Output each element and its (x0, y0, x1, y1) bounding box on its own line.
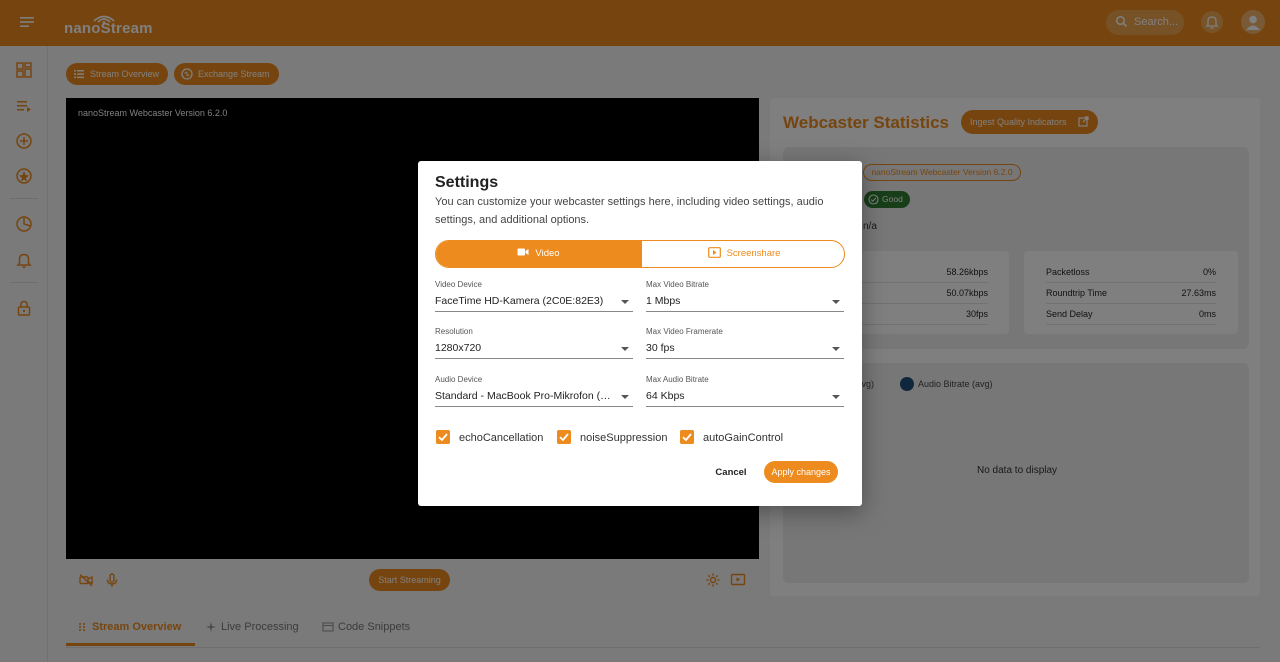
chevron-down-icon (832, 300, 840, 304)
settings-dialog: Settings You can customize your webcaste… (418, 161, 862, 506)
video-camera-icon (517, 248, 529, 256)
field-label: Resolution (435, 327, 473, 336)
video-tab-button[interactable]: Video (436, 241, 641, 267)
source-toggle: Video Screenshare (435, 240, 845, 268)
field-value: 30 fps (646, 342, 675, 354)
chevron-down-icon (832, 347, 840, 351)
video-device-select[interactable]: Video Device FaceTime HD-Kamera (2C0E:82… (435, 280, 633, 312)
chevron-down-icon (621, 347, 629, 351)
chevron-down-icon (832, 395, 840, 399)
field-value: Standard - MacBook Pro-Mikrofon (Built-i… (435, 390, 615, 402)
chevron-down-icon (621, 395, 629, 399)
resolution-select[interactable]: Resolution 1280x720 (435, 327, 633, 359)
cancel-button[interactable]: Cancel (710, 463, 752, 483)
video-tab-label: Video (535, 248, 560, 259)
field-value: 1 Mbps (646, 295, 681, 307)
max-audio-bitrate-select[interactable]: Max Audio Bitrate 64 Kbps (646, 375, 844, 407)
check-icon (436, 430, 450, 444)
field-label: Max Video Bitrate (646, 280, 709, 289)
audio-device-select[interactable]: Audio Device Standard - MacBook Pro-Mikr… (435, 375, 633, 407)
screenshare-tab-button[interactable]: Screenshare (641, 241, 844, 267)
field-value: 1280x720 (435, 342, 482, 354)
checkbox-label: autoGainControl (703, 432, 784, 444)
apply-changes-button[interactable]: Apply changes (764, 461, 838, 483)
screenshare-icon (707, 247, 721, 258)
field-label: Max Audio Bitrate (646, 375, 709, 384)
screenshare-tab-label: Screenshare (726, 248, 781, 259)
field-label: Max Video Framerate (646, 327, 723, 336)
field-value: FaceTime HD-Kamera (2C0E:82E3) (435, 295, 604, 307)
max-video-framerate-select[interactable]: Max Video Framerate 30 fps (646, 327, 844, 359)
max-video-bitrate-select[interactable]: Max Video Bitrate 1 Mbps (646, 280, 844, 312)
field-label: Audio Device (435, 375, 483, 384)
checkbox-label: echoCancellation (459, 432, 544, 444)
checkbox-label: noiseSuppression (580, 432, 668, 444)
check-icon (557, 430, 571, 444)
field-value: 64 Kbps (646, 390, 685, 402)
chevron-down-icon (621, 300, 629, 304)
dialog-title: Settings (435, 174, 499, 191)
dialog-description: You can customize your webcaster setting… (435, 196, 824, 226)
check-icon (680, 430, 694, 444)
field-label: Video Device (435, 280, 482, 289)
